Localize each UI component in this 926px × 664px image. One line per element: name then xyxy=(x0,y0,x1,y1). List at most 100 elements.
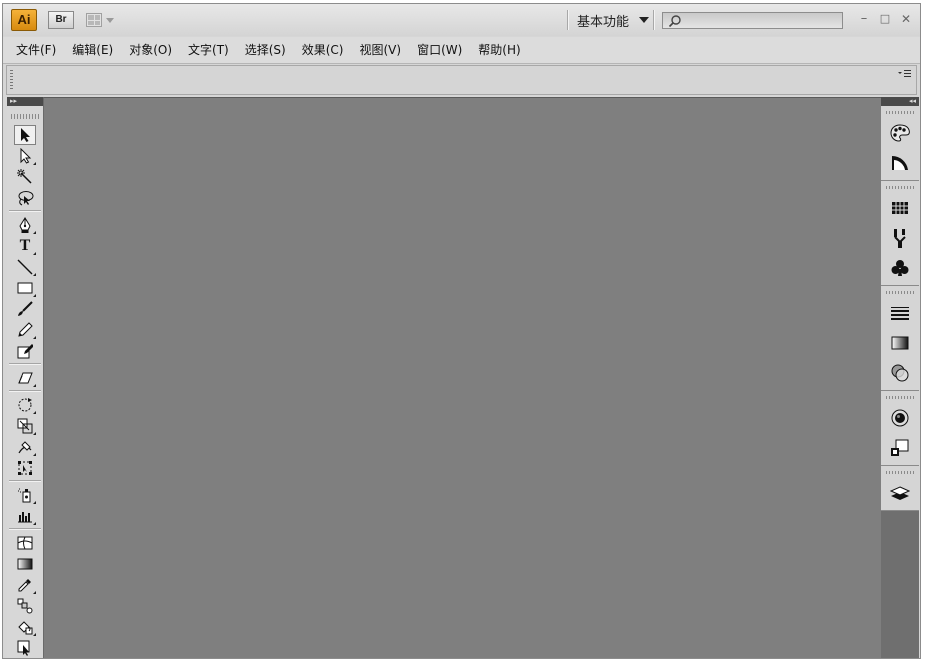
chevron-down-icon xyxy=(106,17,114,23)
mesh-tool[interactable] xyxy=(14,533,36,553)
app-logo: Ai xyxy=(11,9,37,31)
divider xyxy=(567,10,569,30)
scale-tool[interactable] xyxy=(14,416,36,436)
blend-icon xyxy=(17,598,33,614)
free-transform-icon xyxy=(18,461,32,475)
pen-tool[interactable] xyxy=(14,215,36,235)
panel-grip[interactable] xyxy=(886,291,914,294)
arrange-documents-icon xyxy=(86,13,102,27)
menu-object[interactable]: 对象(O) xyxy=(121,39,180,61)
gradient-panel-button[interactable] xyxy=(881,328,919,358)
menu-type[interactable]: 文字(T) xyxy=(180,39,237,61)
selection-tool[interactable] xyxy=(14,125,36,145)
brushes-icon xyxy=(894,229,906,248)
panel-grip[interactable] xyxy=(886,471,914,474)
direct-selection-tool[interactable] xyxy=(14,146,36,166)
paintbrush-icon xyxy=(18,301,33,316)
panel-grip[interactable] xyxy=(886,186,914,189)
mesh-icon xyxy=(17,536,33,550)
layers-panel-button[interactable] xyxy=(881,478,919,508)
color-guide-panel-button[interactable] xyxy=(881,148,919,178)
paintbrush-tool[interactable] xyxy=(14,299,36,319)
lasso-tool[interactable] xyxy=(14,188,36,208)
chevron-down-icon xyxy=(639,17,650,23)
blob-brush-tool[interactable] xyxy=(14,341,36,361)
symbol-sprayer-tool[interactable] xyxy=(14,485,36,505)
appearance-panel-button[interactable] xyxy=(881,403,919,433)
panel-group-swatches xyxy=(881,181,919,286)
bridge-label: Br xyxy=(55,14,67,25)
panel-grip[interactable] xyxy=(10,70,13,90)
close-button[interactable]: ✕ xyxy=(898,10,914,28)
search-input[interactable] xyxy=(662,12,843,29)
search-icon xyxy=(668,15,681,28)
menu-select[interactable]: 选择(S) xyxy=(237,39,294,61)
brushes-panel-button[interactable] xyxy=(881,223,919,253)
menu-effect[interactable]: 效果(C) xyxy=(294,39,352,61)
tools-panel: ▸▸ T xyxy=(7,97,43,658)
menu-edit[interactable]: 编辑(E) xyxy=(64,39,121,61)
panel-menu-icon[interactable] xyxy=(898,69,912,79)
divider xyxy=(653,10,655,30)
live-paint-bucket-icon xyxy=(18,621,33,635)
swatches-panel-button[interactable] xyxy=(881,193,919,223)
free-transform-tool[interactable] xyxy=(14,458,36,478)
symbols-panel-button[interactable] xyxy=(881,253,919,283)
divider xyxy=(9,210,41,212)
graphic-styles-panel-button[interactable] xyxy=(881,433,919,463)
divider xyxy=(9,363,41,365)
panel-group-layers xyxy=(881,466,919,511)
live-paint-bucket-tool[interactable] xyxy=(14,617,36,637)
magic-wand-tool[interactable] xyxy=(14,167,36,187)
live-paint-selection-tool[interactable] xyxy=(14,638,36,658)
menu-view[interactable]: 视图(V) xyxy=(351,39,409,61)
eyedropper-tool[interactable] xyxy=(14,575,36,595)
rotate-tool[interactable] xyxy=(14,395,36,415)
panel-group-color xyxy=(881,106,919,181)
menu-help[interactable]: 帮助(H) xyxy=(470,39,528,61)
collapse-icon: ◂◂ xyxy=(908,97,916,105)
app-window: Ai Br 基本功能 – □ ✕ 文件(F) 编辑(E) 对象(O) 文字(T)… xyxy=(2,3,921,659)
color-icon xyxy=(890,124,910,142)
maximize-button[interactable]: □ xyxy=(877,10,893,28)
arrange-documents-button[interactable] xyxy=(86,11,122,29)
blob-brush-icon xyxy=(17,344,33,359)
graphic-styles-icon xyxy=(891,439,909,456)
column-graph-tool[interactable] xyxy=(14,506,36,526)
line-segment-tool[interactable] xyxy=(14,257,36,277)
panel-grip[interactable] xyxy=(11,114,39,119)
workspace-switcher[interactable]: 基本功能 xyxy=(577,10,650,30)
color-guide-icon xyxy=(892,155,908,170)
panel-grip[interactable] xyxy=(886,396,914,399)
gradient-tool[interactable] xyxy=(14,554,36,574)
transparency-panel-button[interactable] xyxy=(881,358,919,388)
tools-panel-header[interactable]: ▸▸ xyxy=(7,97,43,106)
transparency-icon xyxy=(891,364,909,382)
type-tool[interactable]: T xyxy=(14,236,36,256)
pencil-tool[interactable] xyxy=(14,320,36,340)
appearance-icon xyxy=(891,409,909,427)
gradient-panel-icon xyxy=(891,336,909,350)
minimize-button[interactable]: – xyxy=(856,10,872,28)
direct-selection-icon xyxy=(20,148,32,164)
color-panel-button[interactable] xyxy=(881,118,919,148)
panel-dock: ◂◂ xyxy=(881,97,919,658)
eraser-tool[interactable] xyxy=(14,368,36,388)
rectangle-tool[interactable] xyxy=(14,278,36,298)
rotate-icon xyxy=(18,398,32,412)
blend-tool[interactable] xyxy=(14,596,36,616)
divider xyxy=(9,390,41,392)
control-panel xyxy=(6,65,917,95)
document-canvas-area[interactable] xyxy=(43,97,881,658)
panel-dock-header[interactable]: ◂◂ xyxy=(881,97,919,106)
warp-icon xyxy=(18,441,32,454)
menu-file[interactable]: 文件(F) xyxy=(8,39,64,61)
go-to-bridge-button[interactable]: Br xyxy=(48,11,74,29)
warp-tool[interactable] xyxy=(14,437,36,457)
line-segment-icon xyxy=(17,259,33,275)
menu-window[interactable]: 窗口(W) xyxy=(409,39,470,61)
eraser-icon xyxy=(17,372,33,384)
title-bar: Ai Br 基本功能 – □ ✕ xyxy=(3,4,920,36)
panel-grip[interactable] xyxy=(886,111,914,114)
stroke-panel-button[interactable] xyxy=(881,298,919,328)
